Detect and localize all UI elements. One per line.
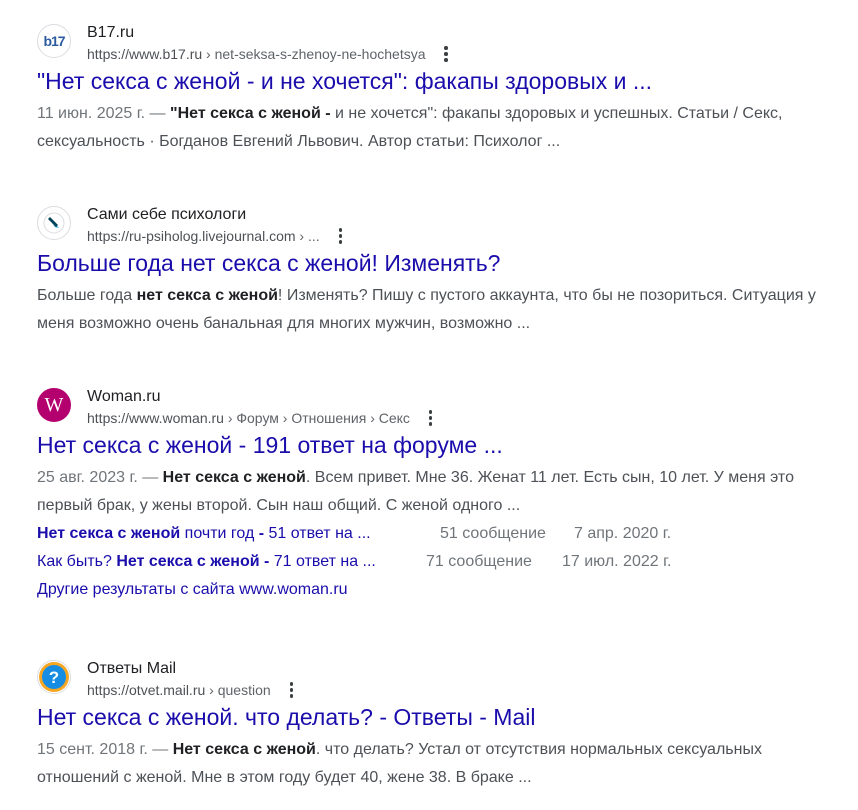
result-source[interactable]: b17 B17.ru https://www.b17.ru › net-seks… (37, 22, 847, 66)
sitelink-text: 71 ответ на ... (269, 553, 376, 570)
sitelink-highlight: Нет секса с женой (37, 525, 181, 542)
result-date: 15 сент. 2018 г. — (37, 741, 173, 758)
result-snippet: 11 июн. 2025 г. — "Нет секса с женой - и… (37, 100, 847, 156)
result-title-link[interactable]: "Нет секса с женой - и не хочется": фака… (37, 66, 847, 96)
site-name: Woman.ru (87, 388, 161, 405)
sitelink-date: 17 июл. 2022 г. (562, 553, 672, 570)
search-result: Сами себе психологи https://ru-psiholog.… (37, 204, 847, 338)
livejournal-favicon-icon (37, 206, 71, 240)
result-date: 25 авг. 2023 г. — (37, 469, 163, 486)
result-snippet: 15 сент. 2018 г. — Нет секса с женой. чт… (37, 736, 847, 792)
result-title-link[interactable]: Нет секса с женой. что делать? - Ответы … (37, 702, 847, 732)
breadcrumb: › question (205, 682, 271, 698)
sitelink-text: 51 ответ на ... (264, 525, 371, 542)
result-snippet: 25 авг. 2023 г. — Нет секса с женой. Все… (37, 464, 847, 520)
sitelink-count: 51 сообщение (440, 525, 546, 542)
breadcrumb: › Форум › Отношения › Секс (223, 410, 410, 426)
url-text: https://www.woman.ru (87, 410, 224, 426)
favicon-label: W (44, 393, 64, 416)
site-name: B17.ru (87, 24, 135, 41)
search-result: ? Ответы Mail https://otvet.mail.ru › qu… (37, 658, 847, 792)
site-name: Ответы Mail (87, 660, 177, 677)
result-date: 11 июн. 2025 г. — (37, 105, 170, 122)
search-result: b17 B17.ru https://www.b17.ru › net-seks… (37, 22, 847, 156)
site-url: https://www.woman.ru › Форум › Отношения… (87, 408, 438, 428)
result-title-link[interactable]: Больше года нет секса с женой! Изменять? (37, 248, 847, 278)
more-options-icon[interactable] (283, 681, 299, 699)
result-source[interactable]: W Woman.ru https://www.woman.ru › Форум … (37, 386, 847, 430)
more-results-link[interactable]: Другие результаты с сайта www.woman.ru (37, 576, 847, 604)
b17-favicon-icon: b17 (37, 24, 71, 58)
result-source[interactable]: ? Ответы Mail https://otvet.mail.ru › qu… (37, 658, 847, 702)
snippet-text: Больше года (37, 287, 137, 304)
search-result: W Woman.ru https://www.woman.ru › Форум … (37, 386, 847, 604)
mail-answers-favicon-icon: ? (37, 660, 71, 694)
site-url: https://ru-psiholog.livejournal.com › ..… (87, 226, 348, 246)
woman-favicon-icon: W (37, 388, 71, 422)
sitelink-highlight: Нет секса с женой - (116, 553, 270, 570)
result-source[interactable]: Сами себе психологи https://ru-psiholog.… (37, 204, 847, 248)
breadcrumb: › net-seksa-s-zhenoy-ne-hochetsya (202, 46, 426, 62)
more-options-icon[interactable] (437, 45, 453, 63)
site-url: https://www.b17.ru › net-seksa-s-zhenoy-… (87, 44, 453, 64)
sitelink-date: 7 апр. 2020 г. (574, 525, 672, 542)
sitelink-text: почти год (180, 525, 259, 542)
snippet-highlight: "Нет секса с женой - (169, 105, 331, 122)
favicon-label: b17 (43, 33, 65, 49)
breadcrumb: › ... (295, 228, 320, 244)
sitelink-row: Нет секса с женой почти год - 51 ответ н… (37, 520, 847, 548)
sitelink-text: Как быть? (37, 553, 117, 570)
site-name: Сами себе психологи (87, 206, 247, 223)
sitelink[interactable]: Как быть? Нет секса с женой - 71 ответ н… (37, 553, 376, 570)
result-snippet: Больше года нет секса с женой! Изменять?… (37, 282, 847, 338)
snippet-highlight: Нет секса с женой (172, 741, 316, 758)
favicon-label: ? (49, 668, 59, 687)
sitelink-count: 71 сообщение (426, 553, 532, 570)
sitelink-row: Как быть? Нет секса с женой - 71 ответ н… (37, 548, 847, 576)
site-url: https://otvet.mail.ru › question (87, 680, 299, 700)
snippet-highlight: нет секса с женой (136, 287, 278, 304)
result-title-link[interactable]: Нет секса с женой - 191 ответ на форуме … (37, 430, 847, 460)
url-text: https://otvet.mail.ru (87, 682, 206, 698)
more-options-icon[interactable] (332, 227, 348, 245)
sitelink[interactable]: Нет секса с женой почти год - 51 ответ н… (37, 525, 371, 542)
url-text: https://www.b17.ru (87, 46, 203, 62)
snippet-highlight: Нет секса с женой (162, 469, 306, 486)
more-options-icon[interactable] (422, 409, 438, 427)
url-text: https://ru-psiholog.livejournal.com (87, 228, 296, 244)
